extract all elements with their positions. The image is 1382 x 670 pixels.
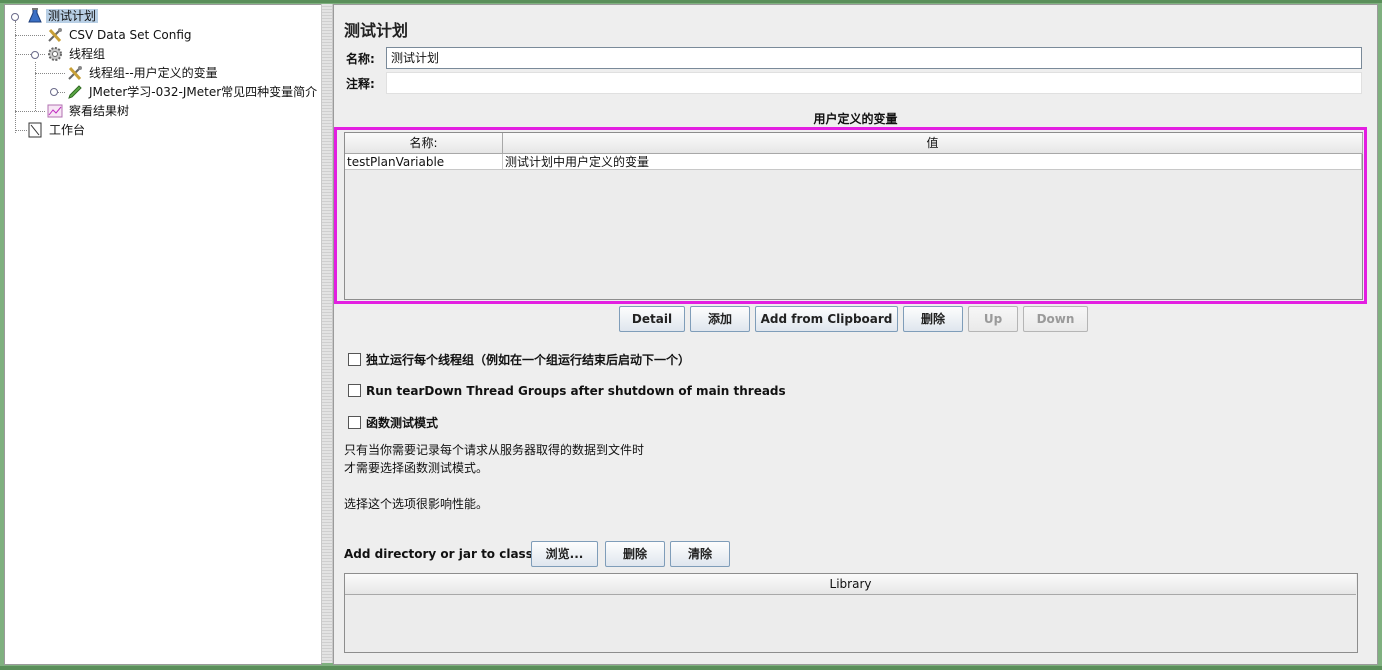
chart-icon <box>47 103 63 119</box>
user-defined-variables-title: 用户定义的变量 <box>813 112 898 126</box>
tree-item-thread-group[interactable]: 线程组 <box>47 45 107 63</box>
tree-item-csv-data-set-config[interactable]: CSV Data Set Config <box>47 26 194 44</box>
sampler-pen-icon <box>67 84 83 100</box>
tree-item-label: 线程组 <box>69 47 106 61</box>
delete-button[interactable]: 删除 <box>903 306 963 332</box>
functional-mode-note: 才需要选择函数测试模式。 <box>344 461 489 475</box>
tree-item-test-plan[interactable]: 测试计划 <box>27 7 99 25</box>
functional-test-mode-option[interactable]: 函数测试模式 <box>348 414 438 432</box>
tree-item-user-defined-variables[interactable]: 线程组--用户定义的变量 <box>67 64 220 82</box>
classpath-delete-button[interactable]: 删除 <box>605 541 665 567</box>
column-header-library[interactable]: Library <box>345 574 1356 595</box>
name-field[interactable]: 测试计划 <box>386 47 1362 69</box>
test-tree-panel[interactable]: 测试计划 CSV Data Set Config 线程组 线程组--用户定义的变… <box>4 4 322 665</box>
window-top-edge <box>0 0 1382 3</box>
serialize-label: 独立运行每个线程组（例如在一个组运行结束后启动下一个） <box>366 353 691 367</box>
tree-connector <box>35 62 36 111</box>
highlight-annotation-box <box>334 127 1367 304</box>
tree-connector <box>35 73 65 74</box>
test-plan-panel: 测试计划 名称: 测试计划 注释: 用户定义的变量 名称: 值 testPlan… <box>333 4 1378 665</box>
library-table[interactable]: Library <box>344 573 1358 653</box>
teardown-label: Run tearDown Thread Groups after shutdow… <box>366 384 786 398</box>
browse-button[interactable]: 浏览... <box>531 541 598 567</box>
expand-handle-icon[interactable] <box>50 88 58 96</box>
tree-item-label: 察看结果树 <box>69 104 130 118</box>
config-tools-icon <box>67 65 83 81</box>
teardown-checkbox[interactable] <box>348 384 361 397</box>
performance-warning: 选择这个选项很影响性能。 <box>344 497 489 511</box>
tree-connector <box>15 35 45 36</box>
down-button[interactable]: Down <box>1023 306 1088 332</box>
tree-item-label: CSV Data Set Config <box>69 28 192 42</box>
functional-mode-note: 只有当你需要记录每个请求从服务器取得的数据到文件时 <box>344 443 645 457</box>
test-plan-icon <box>27 8 43 24</box>
functional-mode-checkbox[interactable] <box>348 416 361 429</box>
tree-item-workbench[interactable]: 工作台 <box>27 121 87 139</box>
config-tools-icon <box>47 27 63 43</box>
add-button[interactable]: 添加 <box>690 306 750 332</box>
add-from-clipboard-button[interactable]: Add from Clipboard <box>755 306 898 332</box>
detail-button[interactable]: Detail <box>619 306 685 332</box>
tree-item-label: JMeter学习-032-JMeter常见四种变量简介 <box>89 85 318 99</box>
tree-connector <box>15 21 16 133</box>
tree-item-label: 线程组--用户定义的变量 <box>89 66 218 80</box>
tree-item-label: 工作台 <box>49 123 86 137</box>
comment-field[interactable] <box>386 72 1362 94</box>
serialize-checkbox[interactable] <box>348 353 361 366</box>
page-title: 测试计划 <box>344 21 409 40</box>
comment-label: 注释: <box>346 77 375 91</box>
tree-item-view-results-tree[interactable]: 察看结果树 <box>47 102 131 120</box>
teardown-option[interactable]: Run tearDown Thread Groups after shutdow… <box>348 382 786 400</box>
tree-connector <box>15 111 45 112</box>
workbench-icon <box>27 122 43 138</box>
expand-handle-icon[interactable] <box>11 13 19 21</box>
tree-item-sampler[interactable]: JMeter学习-032-JMeter常见四种变量简介 <box>67 83 319 101</box>
split-pane-divider[interactable] <box>321 4 333 663</box>
tree-connector <box>15 54 45 55</box>
gear-icon <box>47 46 63 62</box>
functional-mode-label: 函数测试模式 <box>366 416 439 430</box>
expand-handle-icon[interactable] <box>31 51 39 59</box>
name-label: 名称: <box>346 52 375 66</box>
up-button[interactable]: Up <box>968 306 1018 332</box>
serialize-thread-groups-option[interactable]: 独立运行每个线程组（例如在一个组运行结束后启动下一个） <box>348 351 690 369</box>
window-bottom-edge <box>0 666 1382 670</box>
tree-connector <box>15 130 27 131</box>
clear-button[interactable]: 清除 <box>670 541 730 567</box>
tree-item-label: 测试计划 <box>46 9 99 23</box>
